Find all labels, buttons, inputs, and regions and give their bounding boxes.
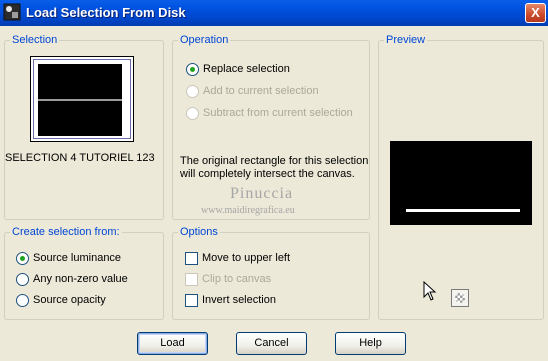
checkbox-label: Clip to canvas [202,273,272,285]
radio-icon [16,273,29,286]
operation-group-label: Operation [178,33,231,47]
help-button[interactable]: Help [335,332,406,355]
transparency-toggle-button[interactable] [451,289,469,307]
window-title: Load Selection From Disk [26,5,186,20]
radio-label: Add to current selection [203,85,319,97]
radio-icon [186,85,199,98]
radio-label: Any non-zero value [33,273,128,285]
radio-icon [186,107,199,120]
radio-label: Replace selection [203,63,290,75]
create-from-group-label: Create selection from: [10,225,122,239]
radio-label: Source opacity [33,294,106,306]
options-group-label: Options [178,225,220,239]
selection-thumbnail-frame [33,59,131,139]
checkbox-icon [185,273,198,286]
radio-label: Subtract from current selection [203,107,353,119]
watermark-name: Pinuccia [230,185,294,202]
preview-group-label: Preview [384,33,428,47]
app-icon [3,3,21,21]
mouse-cursor-icon [423,281,437,301]
title-bar: Load Selection From Disk X [0,0,548,26]
selection-thumbnail-image [38,64,122,136]
close-button[interactable]: X [525,3,546,23]
checkerboard-icon [455,293,465,303]
checkbox-label: Move to upper left [202,252,291,264]
close-icon: X [531,5,540,20]
checkbox-icon [185,294,198,307]
preview-image [390,141,532,225]
operation-info-text: The original rectangle for this selectio… [180,155,369,180]
radio-icon [16,294,29,307]
selection-name: SELECTION 4 TUTORIEL 123 [5,152,155,164]
selection-thumbnail-line [38,99,122,101]
checkbox-label: Invert selection [202,294,276,306]
radio-icon [16,252,29,265]
radio-icon [186,63,199,76]
selection-group-label: Selection [10,33,60,47]
preview-line [406,209,520,212]
watermark-url: www.maidiregrafica.eu [201,205,295,216]
cancel-button[interactable]: Cancel [236,332,307,355]
radio-label: Source luminance [33,252,122,264]
selection-thumbnail[interactable] [30,56,134,142]
load-button[interactable]: Load [137,332,208,355]
checkbox-icon [185,252,198,265]
